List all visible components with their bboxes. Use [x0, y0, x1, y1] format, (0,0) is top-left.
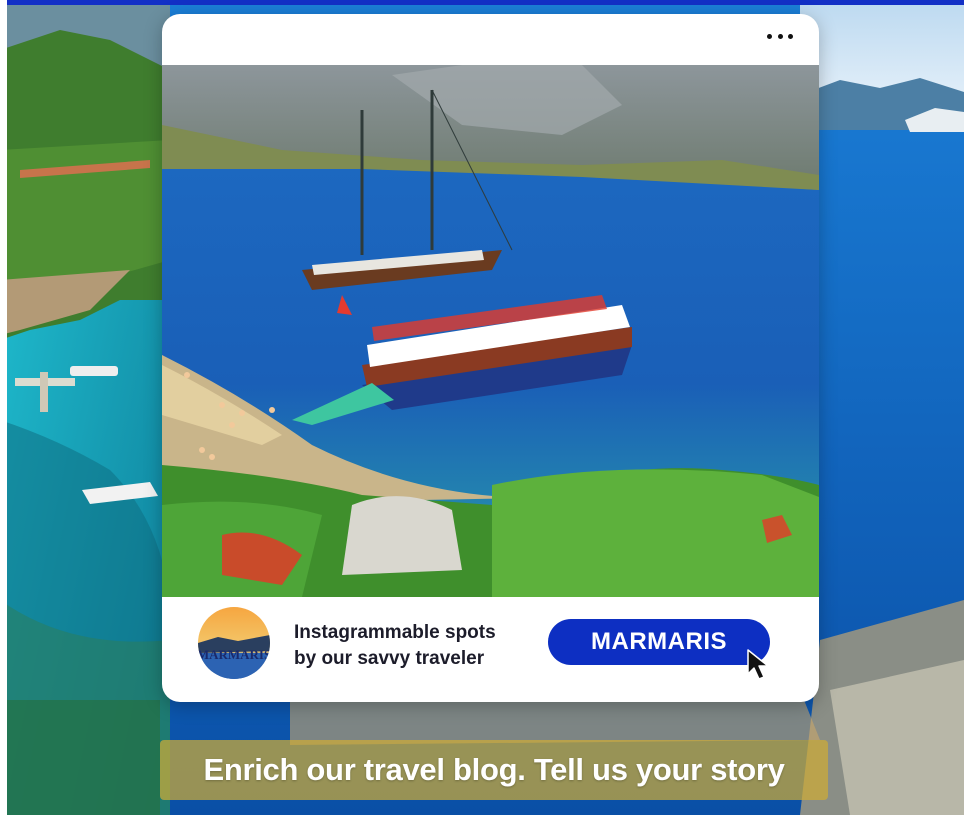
marmaris-gulet-boats-photo [162, 65, 819, 597]
dot [767, 33, 772, 39]
story-banner-text: Enrich our travel blog. Tell us your sto… [203, 752, 785, 787]
top-accent-bar [0, 0, 964, 5]
marmaris-button[interactable]: MARMARIS [548, 619, 770, 665]
post-footer: MARMARIS Instagrammable spots by our sav… [162, 597, 819, 702]
dot [788, 33, 793, 39]
marmaris-avatar-image[interactable]: MARMARIS [198, 607, 270, 679]
tagline-line-2: by our savvy traveler [294, 648, 485, 669]
dot [777, 33, 783, 39]
story-banner: Enrich our travel blog. Tell us your sto… [160, 740, 828, 800]
more-horizontal-icon[interactable] [767, 28, 793, 44]
post-tagline: Instagrammable spots by our savvy travel… [294, 620, 544, 672]
post-header [162, 14, 819, 65]
mouse-pointer-icon [747, 649, 769, 680]
avatar-text: MARMARIS [198, 647, 270, 662]
left-edge-strip [0, 0, 7, 815]
tagline-line-1: Instagrammable spots [294, 622, 496, 643]
post-card: MARMARIS Instagrammable spots by our sav… [162, 14, 819, 702]
